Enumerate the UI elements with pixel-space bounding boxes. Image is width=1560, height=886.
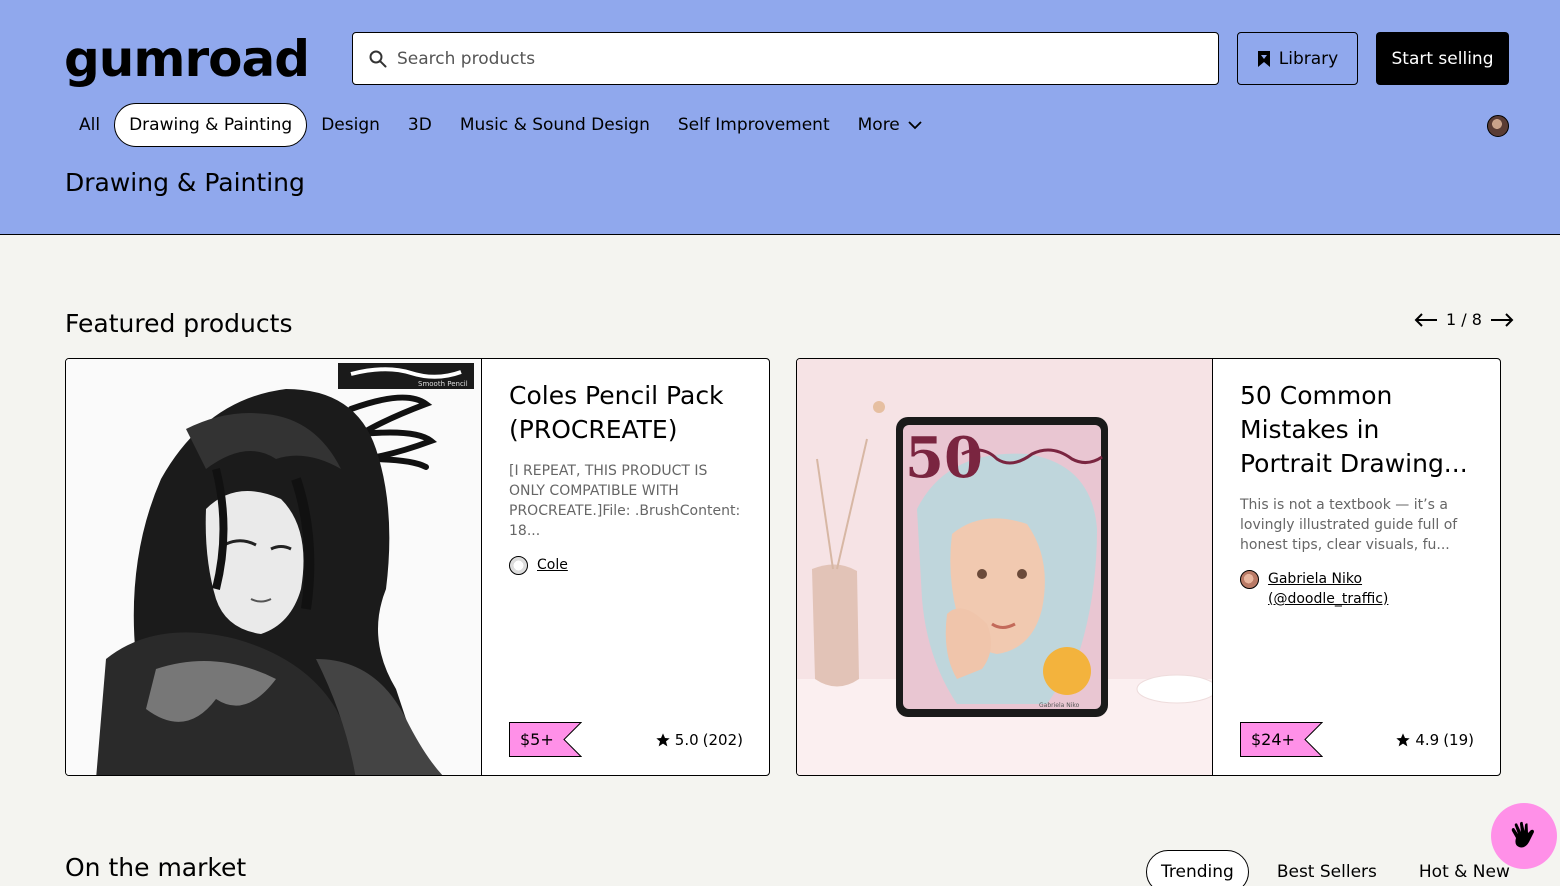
gumroad-logo[interactable]: gumroad <box>64 30 336 101</box>
featured-section-title: Featured products <box>65 309 293 338</box>
arrow-right-icon[interactable] <box>1490 312 1514 328</box>
rating-value: 5.0 <box>674 731 699 749</box>
image-label: Smooth Pencil <box>418 380 468 388</box>
product-thumbnail[interactable]: 50 Gabriela Niko <box>797 359 1213 775</box>
product-card[interactable]: 50 Gabriela Niko 50 Common Mistakes in P… <box>796 358 1501 776</box>
product-description: [I REPEAT, THIS PRODUCT IS ONLY COMPATIB… <box>509 463 741 539</box>
product-thumbnail[interactable]: Smooth Pencil <box>66 359 482 775</box>
market-tabs: Trending Best Sellers Hot & New <box>1146 850 1538 886</box>
help-chat-button[interactable] <box>1491 803 1557 869</box>
product-info: 50 Common Mistakes in Portrait Drawing..… <box>1240 379 1474 609</box>
nav-item-all[interactable]: All <box>65 103 114 147</box>
pager-count: 1 / 8 <box>1446 310 1482 329</box>
start-selling-label: Start selling <box>1391 48 1494 69</box>
price-value: $5+ <box>509 722 562 757</box>
nav-item-music-sound-design[interactable]: Music & Sound Design <box>446 103 664 147</box>
price-badge: $24+ <box>1240 722 1323 757</box>
star-icon <box>1396 733 1411 747</box>
price-value: $24+ <box>1240 722 1303 757</box>
creator-link[interactable]: Cole <box>509 555 743 575</box>
waving-hand-icon <box>1511 821 1534 848</box>
bookmark-icon <box>1257 50 1270 67</box>
svg-text:gumroad: gumroad <box>64 30 309 88</box>
rating-value: 4.9 <box>1415 731 1440 749</box>
product-info: Coles Pencil Pack (PROCREATE) [I REPEAT,… <box>509 379 743 575</box>
creator-link[interactable]: Gabriela Niko (@doodle_traffic) <box>1240 569 1474 609</box>
nav-item-3d[interactable]: 3D <box>394 103 446 147</box>
search-icon <box>369 50 387 67</box>
user-avatar[interactable] <box>1487 115 1509 137</box>
product-rating: 5.0 (202) <box>655 731 743 749</box>
page-title: Drawing & Painting <box>65 168 305 197</box>
library-label: Library <box>1278 48 1339 69</box>
search-bar[interactable] <box>352 32 1219 85</box>
creator-name[interactable]: Cole <box>537 555 568 575</box>
nav-item-design[interactable]: Design <box>307 103 394 147</box>
cover-number: 50 <box>905 425 983 491</box>
creator-avatar <box>1240 570 1259 589</box>
category-nav: All Drawing & Painting Design 3D Music &… <box>65 103 936 147</box>
pencil-art-image: Smooth Pencil <box>66 359 481 775</box>
price-tag-tip <box>1302 722 1323 757</box>
chevron-down-icon <box>908 120 922 129</box>
nav-item-more[interactable]: More <box>844 103 936 147</box>
gumroad-logo-wordmark: gumroad <box>64 30 310 88</box>
product-rating: 4.9 (19) <box>1395 731 1474 749</box>
star-icon <box>656 733 670 747</box>
price-tag-tip <box>561 722 582 757</box>
market-section-title: On the market <box>65 853 247 882</box>
price-badge: $5+ <box>509 722 582 757</box>
image-label: Gabriela Niko <box>1039 702 1080 709</box>
rating-count: (19) <box>1443 731 1474 749</box>
search-input[interactable] <box>397 48 1177 69</box>
start-selling-button[interactable]: Start selling <box>1376 32 1509 85</box>
rating-count: (202) <box>702 731 743 749</box>
creator-avatar <box>509 556 528 575</box>
tab-trending[interactable]: Trending <box>1146 850 1249 886</box>
product-title[interactable]: Coles Pencil Pack (PROCREATE) <box>509 379 743 447</box>
portrait-book-image: 50 Gabriela Niko <box>797 359 1212 775</box>
nav-item-self-improvement[interactable]: Self Improvement <box>664 103 844 147</box>
product-card[interactable]: Smooth Pencil Coles Pencil Pack (PROCREA… <box>65 358 770 776</box>
creator-name[interactable]: Gabriela Niko (@doodle_traffic) <box>1268 569 1408 609</box>
product-description: This is not a textbook — it’s a lovingly… <box>1240 497 1458 553</box>
product-title[interactable]: 50 Common Mistakes in Portrait Drawing..… <box>1240 379 1474 481</box>
nav-item-drawing-painting[interactable]: Drawing & Painting <box>114 103 308 147</box>
arrow-left-icon[interactable] <box>1414 312 1438 328</box>
header: gumroad Library Start selling All Drawin… <box>0 0 1560 235</box>
tab-best-sellers[interactable]: Best Sellers <box>1263 850 1391 886</box>
featured-pager: 1 / 8 <box>1414 310 1514 329</box>
library-button[interactable]: Library <box>1237 32 1358 85</box>
